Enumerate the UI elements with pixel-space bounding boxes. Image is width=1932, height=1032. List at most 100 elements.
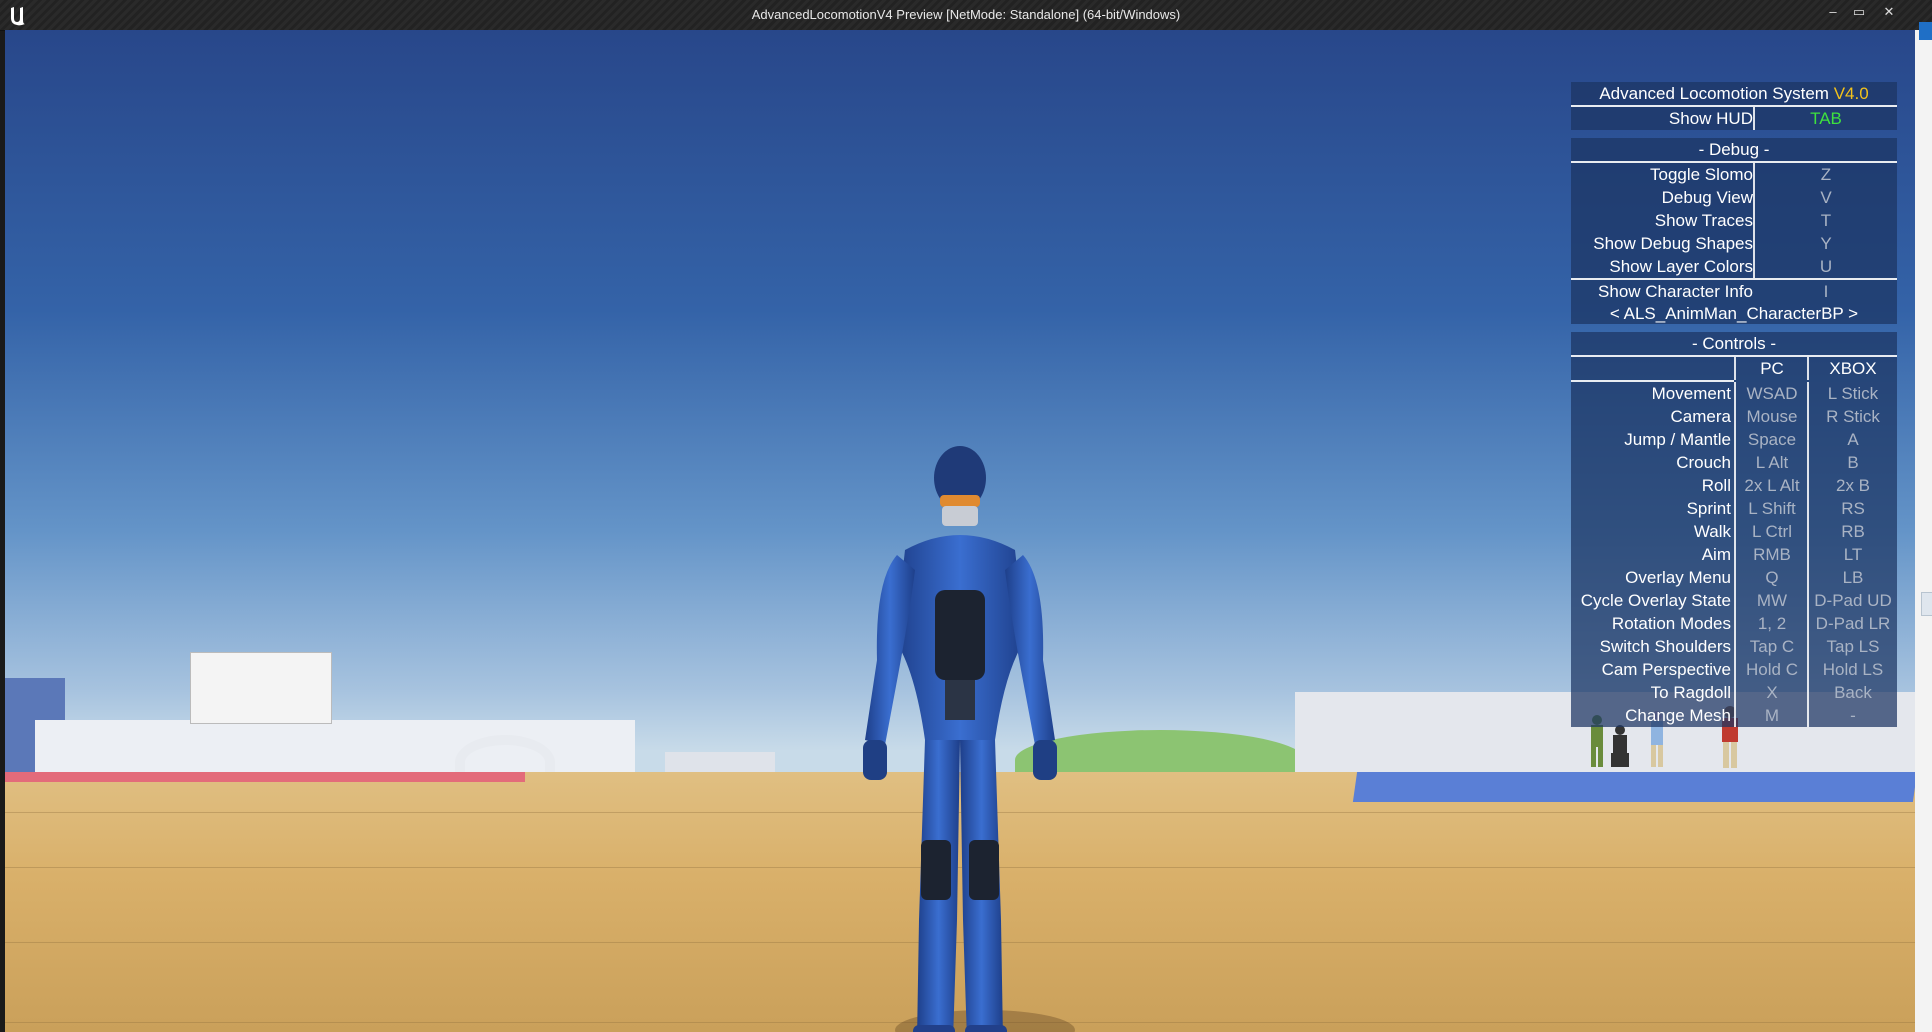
divider — [1734, 681, 1736, 704]
control-label: Crouch — [1676, 453, 1731, 472]
control-label: To Ragdoll — [1650, 683, 1731, 702]
control-xbox-key: L Stick — [1827, 384, 1879, 403]
divider — [1734, 566, 1736, 589]
show-hud-label: Show HUD — [1668, 109, 1753, 128]
hud-title-text: Advanced Locomotion System — [1599, 84, 1834, 103]
control-xbox-key: R Stick — [1826, 407, 1880, 426]
scrollbar-thumb[interactable] — [1921, 592, 1932, 616]
debug-label: Toggle Slomo — [1649, 165, 1753, 184]
control-row: Rotation Modes 1, 2 D-Pad LR — [1571, 612, 1897, 635]
control-pc-key: Tap C — [1749, 637, 1795, 656]
debug-label: Show Debug Shapes — [1593, 234, 1753, 253]
show-hud-key: TAB — [1810, 109, 1842, 128]
control-row: Switch Shoulders Tap C Tap LS — [1571, 635, 1897, 658]
control-label: Walk — [1693, 522, 1731, 541]
control-label: Rotation Modes — [1611, 614, 1731, 633]
divider — [1734, 589, 1736, 612]
control-label: Camera — [1670, 407, 1731, 426]
debug-row-show-traces: Show Traces T — [1571, 209, 1897, 232]
control-pc-key: 1, 2 — [1757, 614, 1787, 633]
control-xbox-key: LT — [1843, 545, 1863, 564]
control-row: Crouch L Alt B — [1571, 451, 1897, 474]
control-pc-key: Hold C — [1746, 660, 1798, 679]
pc-header: PC — [1760, 359, 1784, 378]
control-label: Jump / Mantle — [1624, 430, 1731, 449]
control-row: To Ragdoll X Back — [1571, 681, 1897, 704]
divider — [1734, 635, 1736, 658]
control-pc-key: Space — [1747, 430, 1797, 449]
control-pc-key: WSAD — [1746, 384, 1798, 403]
control-row: Change Mesh M - — [1571, 704, 1897, 727]
control-pc-key: X — [1766, 683, 1778, 702]
control-xbox-key: D-Pad UD — [1814, 591, 1892, 610]
control-xbox-key: 2x B — [1835, 476, 1871, 495]
debug-row-show-layer-colors: Show Layer Colors U — [1571, 255, 1897, 278]
control-xbox-key: RB — [1841, 522, 1865, 541]
character-info-label: Show Character Info — [1598, 282, 1753, 301]
divider — [1734, 543, 1736, 566]
window-title: AdvancedLocomotionV4 Preview [NetMode: S… — [751, 7, 1181, 22]
player-character — [863, 446, 1075, 1032]
show-hud-row: Show HUD TAB — [1571, 107, 1897, 130]
control-pc-key: RMB — [1753, 545, 1791, 564]
control-row: Cam Perspective Hold C Hold LS — [1571, 658, 1897, 681]
character-selector: < ALS_AnimMan_CharacterBP > — [1609, 304, 1859, 323]
control-label: Overlay Menu — [1625, 568, 1731, 587]
debug-key: Y — [1820, 234, 1832, 253]
game-viewport[interactable]: Advanced Locomotion System V4.0 Show HUD… — [5, 30, 1915, 1032]
xbox-header: XBOX — [1829, 359, 1877, 378]
debug-label: Show Layer Colors — [1609, 257, 1753, 276]
control-row: Roll 2x L Alt 2x B — [1571, 474, 1897, 497]
control-label: Aim — [1701, 545, 1731, 564]
control-pc-key: Mouse — [1746, 407, 1798, 426]
maximize-button[interactable]: ▭ — [1849, 4, 1869, 20]
debug-label: Debug View — [1661, 188, 1753, 207]
control-pc-key: M — [1764, 706, 1780, 725]
control-label: Change Mesh — [1625, 706, 1731, 725]
control-pc-key: Q — [1765, 568, 1779, 587]
character-info-key: I — [1823, 282, 1829, 301]
control-xbox-key: LB — [1842, 568, 1864, 587]
control-pc-key: L Ctrl — [1752, 522, 1792, 541]
controls-section: - Controls - PC XBOX Movement WSAD L Stick… — [1571, 332, 1897, 727]
control-label: Cycle Overlay State — [1580, 591, 1731, 610]
control-xbox-key: Back — [1834, 683, 1872, 702]
control-xbox-key: B — [1847, 453, 1859, 472]
red-floor-strip — [5, 772, 525, 782]
divider — [1734, 612, 1736, 635]
debug-section: - Debug - Toggle Slomo Z Debug View V Show… — [1571, 138, 1897, 324]
controls-column-headers: PC XBOX — [1571, 357, 1897, 380]
divider — [1734, 520, 1736, 543]
divider — [1734, 474, 1736, 497]
control-xbox-key: RS — [1841, 499, 1865, 518]
debug-key: T — [1820, 211, 1832, 230]
control-label: Switch Shoulders — [1599, 637, 1731, 656]
hud-version: V4.0 — [1833, 84, 1869, 103]
close-button[interactable]: ✕ — [1879, 4, 1899, 20]
side-panel-strip — [1915, 30, 1932, 1032]
divider — [1734, 405, 1736, 428]
debug-key: Z — [1820, 165, 1832, 184]
controls-list: Movement WSAD L Stick Camera Mouse R Stick Jum… — [1571, 382, 1897, 727]
divider — [1734, 428, 1736, 451]
control-row: Overlay Menu Q LB — [1571, 566, 1897, 589]
divider — [1734, 704, 1736, 727]
debug-key: V — [1820, 188, 1832, 207]
control-row: Cycle Overlay State MW D-Pad UD — [1571, 589, 1897, 612]
control-xbox-key: Hold LS — [1822, 660, 1884, 679]
control-label: Sprint — [1686, 499, 1731, 518]
debug-label: Show Traces — [1654, 211, 1753, 230]
control-xbox-key: Tap LS — [1826, 637, 1880, 656]
control-row: Movement WSAD L Stick — [1571, 382, 1897, 405]
controls-header: - Controls - — [1691, 334, 1777, 353]
control-pc-key: L Shift — [1748, 499, 1796, 518]
divider — [1734, 382, 1736, 405]
divider — [1734, 451, 1736, 474]
hud-title: Advanced Locomotion System V4.0 — [1571, 82, 1897, 105]
divider — [1734, 357, 1736, 380]
control-pc-key: MW — [1756, 591, 1788, 610]
control-pc-key: L Alt — [1755, 453, 1789, 472]
minimize-button[interactable]: – — [1823, 4, 1843, 20]
window-title-bar[interactable]: AdvancedLocomotionV4 Preview [NetMode: S… — [0, 0, 1932, 31]
control-pc-key: 2x L Alt — [1744, 476, 1800, 495]
